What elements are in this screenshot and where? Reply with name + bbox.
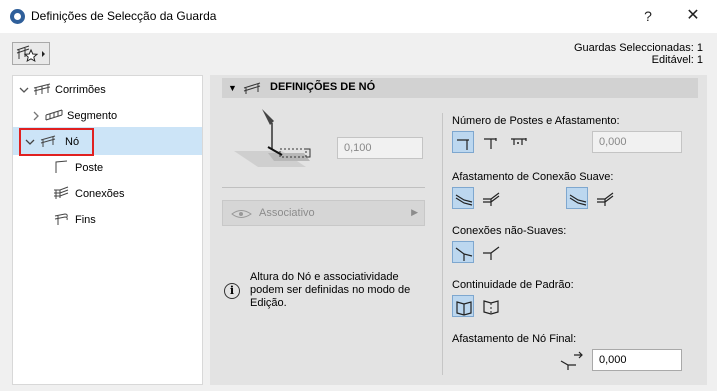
window-title: Definições de Selecção da Guarda (31, 9, 217, 23)
info-text: Altura do Nó e associatividade podem ser… (250, 271, 411, 309)
nonsmooth-connection-icon (455, 247, 473, 261)
ends-icon (53, 212, 69, 229)
node-icon (39, 134, 57, 151)
posts-offset-field[interactable]: 0,000 (592, 131, 682, 153)
editable-count: Editável: 1 (651, 54, 703, 66)
node-preview-image (234, 109, 311, 167)
smooth-connection-icon (455, 194, 473, 206)
vertical-divider (442, 113, 443, 375)
selected-count: Guardas Seleccionadas: 1 (573, 42, 703, 54)
section-header[interactable]: ▼ DEFINIÇÕES DE NÓ (222, 78, 698, 98)
smooth-offset-a-button[interactable] (452, 187, 474, 209)
smooth-connection-icon (569, 194, 587, 206)
favorites-button[interactable] (12, 42, 50, 65)
close-button[interactable]: ✕ (681, 6, 705, 26)
smooth-connection-label: Afastamento de Conexão Suave: (452, 171, 614, 183)
info-icon: i (224, 283, 240, 299)
dialog-body: Guardas Seleccionadas: 1 Editável: 1 Cor… (0, 33, 717, 391)
associative-dropdown[interactable]: Associativo ▶ (222, 200, 425, 226)
title-bar: Definições de Selecção da Guarda ? ✕ (0, 0, 717, 33)
associative-icon (231, 210, 252, 218)
pattern-continuity-label: Continuidade de Padrão: (452, 279, 574, 291)
pattern-continuous-icon (456, 301, 472, 316)
end-node-offset-label: Afastamento de Nó Final: (452, 333, 577, 345)
pattern-continuous-button[interactable] (452, 295, 474, 317)
nonsmooth-connection-label: Conexões não-Suaves: (452, 225, 567, 237)
tree-item-node[interactable]: Nó (65, 130, 79, 154)
pattern-break-button[interactable] (480, 295, 502, 317)
tree-item-post[interactable]: Poste (75, 156, 103, 180)
smooth-connection-alt-icon (597, 192, 614, 206)
nonsmooth-connection-alt-icon (483, 246, 500, 260)
collapse-triangle-icon[interactable]: ▼ (228, 83, 237, 93)
associative-label: Associativo (259, 207, 315, 219)
section-title: DEFINIÇÕES DE NÓ (270, 81, 376, 93)
end-node-offset-field[interactable]: 0,000 (592, 349, 682, 371)
settings-panel: ▼ DEFINIÇÕES DE NÓ 0,100 Associativo ▶ i… (210, 75, 707, 385)
chevron-down-icon[interactable] (19, 85, 29, 98)
tree-item-ends[interactable]: Fins (75, 208, 96, 232)
segment-icon (45, 108, 63, 125)
separator (222, 187, 425, 188)
selection-info: Guardas Seleccionadas: 1 Editável: 1 (574, 42, 703, 66)
post-start-icon (457, 139, 469, 150)
chevron-down-icon[interactable] (25, 137, 35, 150)
node-section-icon (243, 82, 261, 94)
favorites-star-icon (16, 45, 45, 63)
railing-icon (33, 82, 51, 99)
connections-icon (53, 186, 69, 203)
post-icon (53, 160, 69, 177)
smooth-connection-alt-icon (483, 192, 500, 206)
post-offset-start-button[interactable] (452, 131, 474, 153)
end-node-offset-icon (560, 351, 583, 370)
tree-item-connections[interactable]: Conexões (75, 182, 125, 206)
posts-label: Número de Postes e Afastamento: (452, 115, 620, 127)
smooth-offset-c-button[interactable] (566, 187, 588, 209)
post-offset-end-button[interactable] (508, 131, 530, 153)
nonsmooth-b-button[interactable] (480, 241, 502, 263)
app-icon (10, 9, 25, 24)
post-offset-middle-button[interactable] (480, 131, 502, 153)
tree-item-segment[interactable]: Segmento (67, 104, 117, 128)
post-end-icon (511, 138, 527, 145)
pattern-break-icon (483, 300, 499, 315)
post-middle-icon (484, 138, 497, 149)
smooth-offset-b-button[interactable] (480, 187, 502, 209)
node-height-field[interactable]: 0,100 (337, 137, 423, 159)
tree-item-railings[interactable]: Corrimões (55, 78, 106, 102)
settings-tree: Corrimões Segmento Nó Poste Conexões Fin… (12, 75, 203, 385)
help-button[interactable]: ? (636, 6, 660, 26)
chevron-right-icon[interactable] (31, 111, 41, 124)
nonsmooth-a-button[interactable] (452, 241, 474, 263)
chevron-right-icon: ▶ (411, 207, 418, 217)
smooth-offset-d-button[interactable] (594, 187, 616, 209)
